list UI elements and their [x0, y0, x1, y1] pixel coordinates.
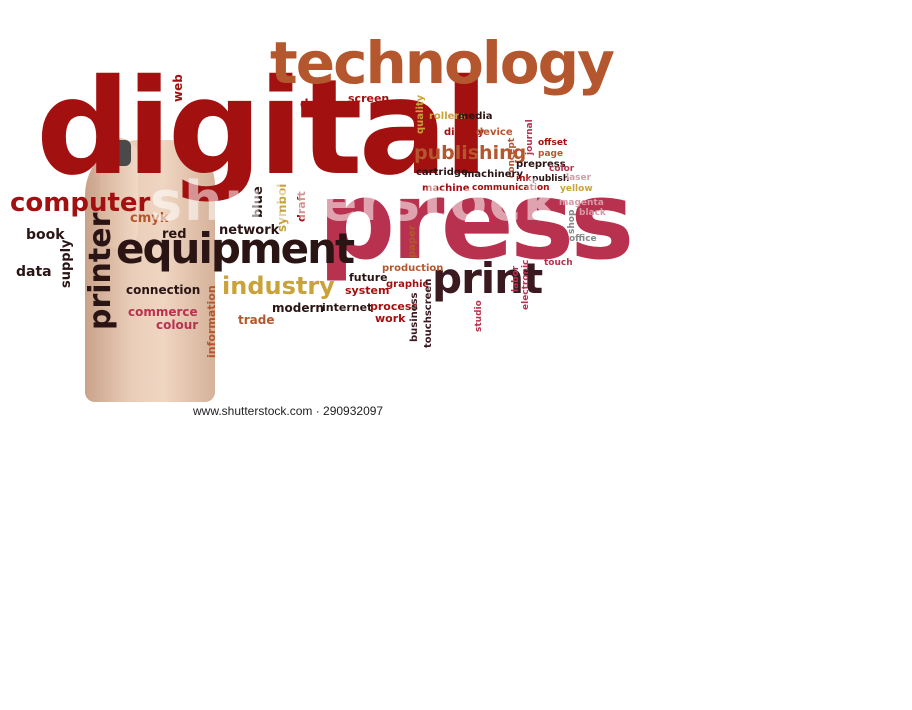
word-media: media: [458, 111, 493, 122]
word-cloud-image: digital technology press equipment compu…: [0, 0, 912, 710]
word-design: design: [300, 97, 346, 111]
word-quality: quality: [415, 94, 426, 134]
word-page: page: [538, 149, 564, 159]
word-labor: labor: [511, 265, 521, 292]
word-supply: supply: [59, 239, 74, 288]
word-production: production: [382, 263, 444, 274]
word-printer: printer: [83, 212, 118, 330]
word-connection: connection: [126, 283, 201, 297]
word-data: data: [16, 264, 52, 280]
word-web: web: [171, 74, 185, 102]
word-laser: laser: [566, 173, 592, 183]
word-information: information: [205, 285, 218, 358]
word-business: business: [409, 292, 420, 342]
word-screen: screen: [348, 92, 390, 105]
word-technology: technology: [270, 29, 615, 97]
word-industry: industry: [222, 272, 335, 300]
word-device: device: [476, 127, 513, 138]
word-office: office: [569, 234, 597, 244]
word-touch: touch: [544, 258, 573, 268]
word-commerce: commerce: [128, 305, 198, 319]
word-trade: trade: [238, 313, 275, 327]
word-offset: offset: [538, 138, 568, 148]
word-internet: internet: [322, 301, 373, 314]
watermark: shutterstock: [150, 170, 561, 233]
word-black: black: [579, 208, 606, 218]
word-studio: studio: [474, 300, 484, 332]
word-colour: colour: [156, 318, 199, 332]
word-system: system: [345, 284, 390, 297]
word-electronic: electronic: [521, 259, 531, 310]
word-touchscreen: touchscreen: [423, 278, 434, 348]
word-magenta: magenta: [559, 198, 604, 208]
word-shop: shop: [567, 209, 577, 234]
word-yellow: yellow: [560, 184, 593, 194]
word-modern: modern: [272, 301, 324, 315]
word-journal: journal: [525, 119, 535, 155]
stock-caption: www.shutterstock.com · 290932097: [193, 404, 384, 418]
word-work: work: [375, 312, 406, 325]
